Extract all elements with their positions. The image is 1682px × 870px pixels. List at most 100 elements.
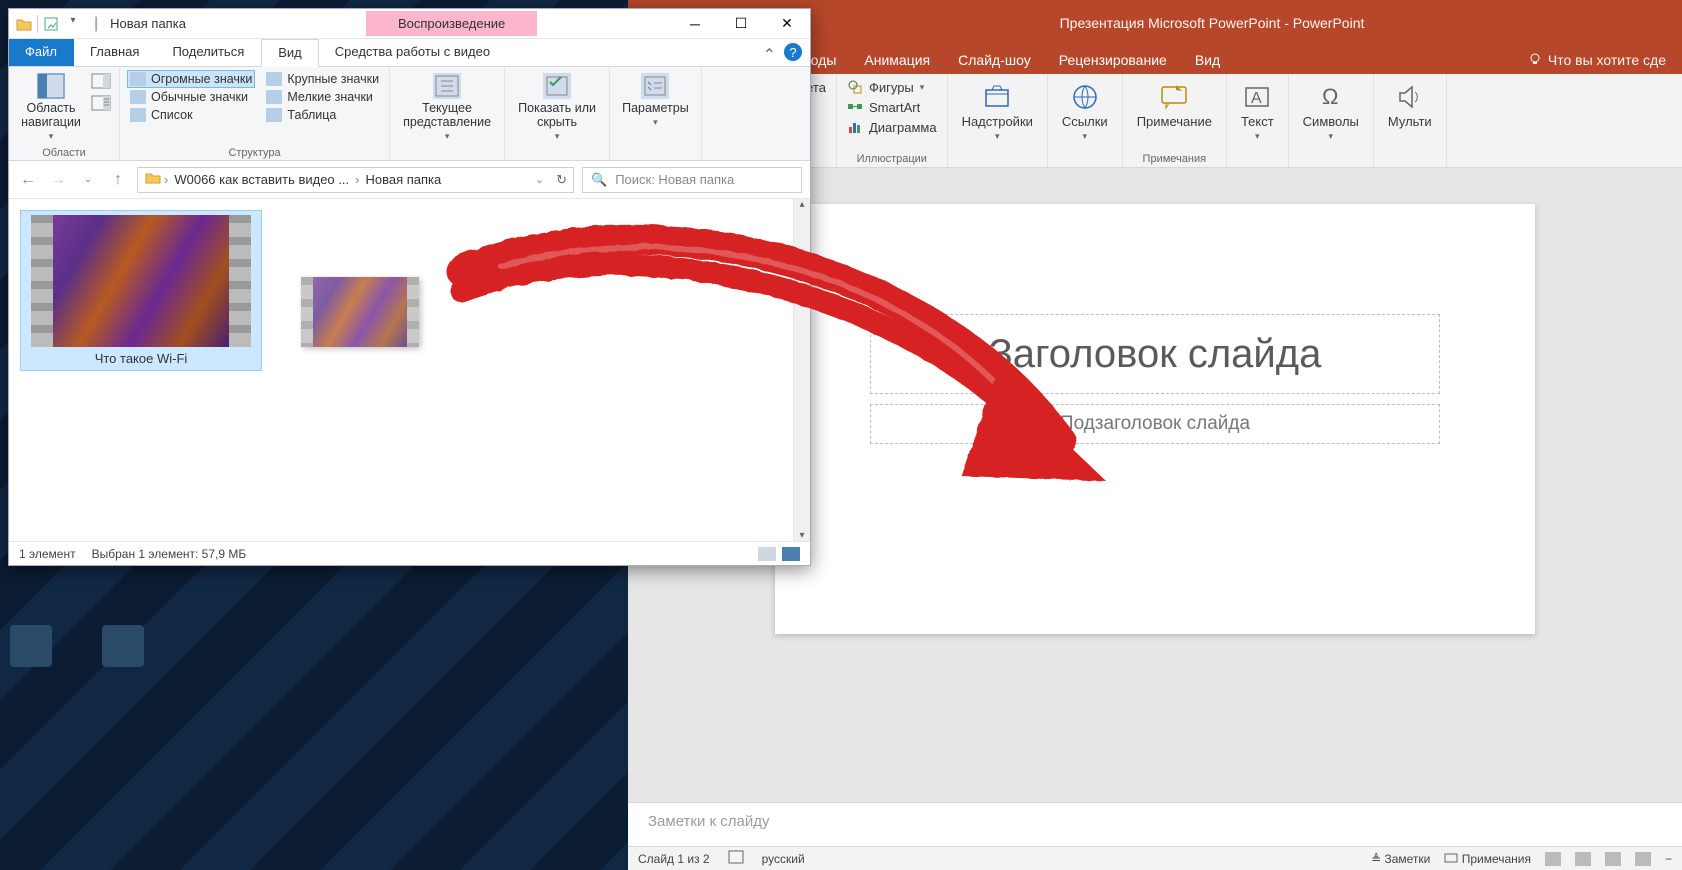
- ex-title-separator: |: [94, 15, 98, 33]
- layout-list[interactable]: Список: [128, 107, 254, 123]
- tab-video-tools[interactable]: Средства работы с видео: [319, 39, 507, 66]
- tab-file[interactable]: Файл: [9, 39, 74, 66]
- window-title: Новая папка: [110, 16, 186, 31]
- tab-animations[interactable]: Анимация: [850, 48, 944, 72]
- layout-normal[interactable]: Обычные значки: [128, 89, 254, 105]
- panes-group-label: Области: [17, 147, 111, 159]
- desktop-icon[interactable]: [102, 625, 144, 667]
- context-tab-playback[interactable]: Воспроизведение: [366, 11, 537, 36]
- showhide-button[interactable]: Показать или скрыть: [513, 71, 601, 144]
- zoom-out-button[interactable]: −: [1665, 852, 1672, 866]
- normal-icons-icon: [130, 90, 146, 104]
- ribbon-collapse-icon[interactable]: ⌃: [763, 45, 776, 65]
- ex-tabs: Файл Главная Поделиться Вид Средства раб…: [9, 39, 810, 67]
- minimize-button[interactable]: ─: [672, 9, 718, 39]
- selection-info: Выбран 1 элемент: 57,9 МБ: [92, 547, 247, 561]
- notes-toggle[interactable]: ≜ Заметки: [1371, 852, 1430, 866]
- tab-share[interactable]: Поделиться: [156, 39, 261, 66]
- address-bar-row: ← → ⌄ ↑ › W0066 как вставить видео ... ›…: [9, 161, 810, 199]
- search-placeholder: Поиск: Новая папка: [615, 172, 734, 187]
- symbols-button[interactable]: ΩСимволы: [1297, 78, 1365, 146]
- links-label: Ссылки: [1062, 114, 1108, 129]
- nav-pane-button[interactable]: Область навигации: [17, 71, 85, 144]
- notes-pane[interactable]: Заметки к слайду: [628, 802, 1682, 846]
- properties-icon[interactable]: [42, 15, 60, 33]
- sorter-view-icon[interactable]: [1575, 852, 1591, 866]
- media-button[interactable]: Мульти: [1382, 78, 1438, 133]
- options-button[interactable]: Параметры: [618, 71, 693, 130]
- group-showhide: Показать или скрыть: [505, 67, 610, 160]
- options-label: Параметры: [622, 101, 689, 115]
- details-view-toggle[interactable]: [758, 547, 776, 561]
- back-button[interactable]: ←: [17, 169, 39, 191]
- address-dropdown-icon[interactable]: ⌄: [535, 173, 544, 186]
- links-button[interactable]: Ссылки: [1056, 78, 1114, 146]
- crumb-current[interactable]: Новая папка: [361, 172, 445, 187]
- svg-text:A: A: [1251, 90, 1262, 107]
- chart-label: Диаграмма: [869, 120, 937, 135]
- smartart-button[interactable]: SmartArt: [845, 98, 922, 116]
- qat-dropdown-icon[interactable]: ▾: [64, 15, 82, 33]
- chart-button[interactable]: Диаграмма: [845, 118, 939, 136]
- tab-view-ex[interactable]: Вид: [261, 39, 319, 67]
- tell-me[interactable]: Что вы хотите сде: [1528, 52, 1678, 69]
- small-icons-icon: [266, 90, 282, 104]
- close-button[interactable]: ✕: [764, 9, 810, 39]
- layout-table[interactable]: Таблица: [264, 107, 381, 123]
- up-button[interactable]: ↑: [107, 169, 129, 191]
- large-icons-icon: [266, 72, 282, 86]
- addins-label: Надстройки: [962, 114, 1033, 129]
- file-list[interactable]: Что такое Wi-Fi ▴▾: [9, 199, 810, 541]
- preview-pane-icon[interactable]: [91, 73, 111, 92]
- group-links: Ссылки: [1048, 74, 1123, 167]
- explorer-window: ▾ | Новая папка Воспроизведение ─ ☐ ✕ Фа…: [8, 8, 811, 566]
- scrollbar[interactable]: ▴▾: [793, 199, 810, 541]
- addins-button[interactable]: Надстройки: [956, 78, 1039, 146]
- speaker-icon: [1395, 82, 1425, 112]
- crumb-parent[interactable]: W0066 как вставить видео ...: [170, 172, 353, 187]
- smartart-icon: [847, 99, 863, 115]
- maximize-button[interactable]: ☐: [718, 9, 764, 39]
- comments-toggle[interactable]: Примечания: [1444, 852, 1531, 866]
- slide-counter[interactable]: Слайд 1 из 2: [638, 852, 710, 866]
- file-item-selected[interactable]: Что такое Wi-Fi: [21, 211, 261, 370]
- recent-dropdown[interactable]: ⌄: [77, 169, 99, 191]
- thumbnails-view-toggle[interactable]: [782, 547, 800, 561]
- comment-button[interactable]: Примечание: [1131, 78, 1218, 133]
- shapes-label: Фигуры: [869, 80, 914, 95]
- shapes-button[interactable]: Фигуры: [845, 78, 926, 96]
- group-layout: Огромные значки Крупные значки Обычные з…: [120, 67, 390, 160]
- subtitle-placeholder[interactable]: Подзаголовок слайда: [870, 404, 1440, 444]
- title-placeholder[interactable]: Заголовок слайда: [870, 314, 1440, 394]
- layout-huge[interactable]: Огромные значки: [128, 71, 254, 87]
- folder-icon: [15, 15, 33, 33]
- tab-home[interactable]: Главная: [74, 39, 156, 66]
- details-pane-icon[interactable]: [91, 95, 111, 114]
- showhide-icon: [543, 73, 571, 99]
- tab-slideshow[interactable]: Слайд-шоу: [944, 48, 1045, 72]
- comment-label: Примечание: [1137, 114, 1212, 129]
- desktop-icon[interactable]: [10, 625, 52, 667]
- text-button[interactable]: AТекст: [1235, 78, 1280, 146]
- normal-view-icon[interactable]: [1545, 852, 1561, 866]
- refresh-icon[interactable]: ↻: [556, 172, 567, 188]
- tab-view[interactable]: Вид: [1181, 48, 1234, 72]
- slideshow-view-icon[interactable]: [1635, 852, 1651, 866]
- breadcrumb[interactable]: › W0066 как вставить видео ... › Новая п…: [137, 167, 574, 193]
- forward-button[interactable]: →: [47, 169, 69, 191]
- group-symbols: ΩСимволы: [1289, 74, 1374, 167]
- search-box[interactable]: 🔍 Поиск: Новая папка: [582, 167, 802, 193]
- layout-large[interactable]: Крупные значки: [264, 71, 381, 87]
- current-view-icon: [433, 73, 461, 99]
- tab-review[interactable]: Рецензирование: [1045, 48, 1181, 72]
- help-icon[interactable]: ?: [784, 43, 802, 61]
- slide[interactable]: Заголовок слайда Подзаголовок слайда: [775, 204, 1535, 634]
- ex-titlebar[interactable]: ▾ | Новая папка Воспроизведение ─ ☐ ✕: [9, 9, 810, 39]
- video-thumbnail: [31, 215, 251, 347]
- current-view-button[interactable]: Текущее представление: [398, 71, 496, 144]
- reading-view-icon[interactable]: [1605, 852, 1621, 866]
- layout-small[interactable]: Мелкие значки: [264, 89, 381, 105]
- spell-icon[interactable]: [728, 850, 744, 867]
- language-label[interactable]: русский: [762, 852, 805, 866]
- link-icon: [1070, 82, 1100, 112]
